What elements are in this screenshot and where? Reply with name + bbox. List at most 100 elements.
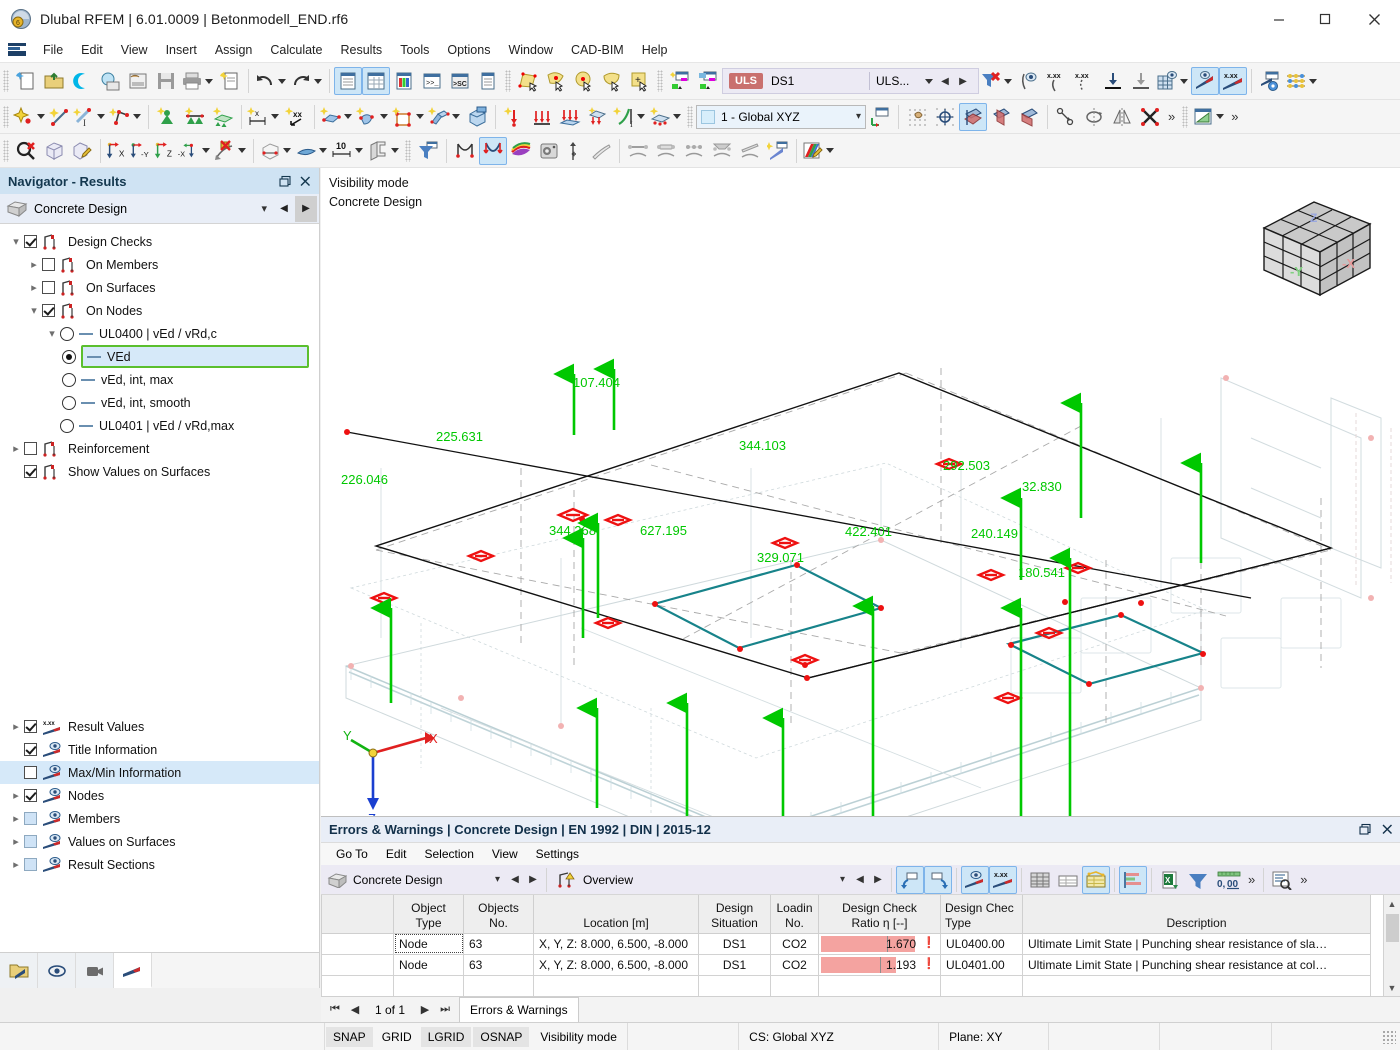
- menu-item-assign[interactable]: Assign: [206, 40, 262, 60]
- project-navigator-tab[interactable]: [0, 953, 38, 988]
- tree-item-title-information[interactable]: Title Information: [0, 738, 319, 761]
- result-grid-caret[interactable]: [1180, 78, 1188, 84]
- table-toolbar-overflow-chevron[interactable]: »: [1244, 872, 1259, 887]
- model-info-button[interactable]: [96, 67, 124, 95]
- tree-item-on-nodes[interactable]: ▾ On Nodes: [0, 299, 319, 322]
- window-resize-grip[interactable]: [1382, 1029, 1396, 1044]
- cell-objects-no[interactable]: 63: [463, 932, 534, 955]
- colorscale-panel-toggle[interactable]: [390, 67, 418, 95]
- show-support-reactions-button[interactable]: [563, 137, 587, 165]
- chevron-right-icon[interactable]: ▸: [8, 812, 24, 825]
- column-header-design-situation[interactable]: Design Situation: [698, 895, 771, 934]
- cell-empty[interactable]: [463, 974, 534, 996]
- column-header-description[interactable]: Description: [1022, 895, 1371, 934]
- column-header-object-type[interactable]: Object Type: [393, 895, 464, 934]
- chevron-right-icon[interactable]: ▸: [26, 258, 42, 271]
- close-icon[interactable]: [295, 171, 315, 191]
- display-filter-button[interactable]: [414, 137, 442, 165]
- render-surface-button[interactable]: [294, 137, 318, 165]
- row-number-cell[interactable]: [321, 974, 394, 996]
- export-to-excel-button[interactable]: X: [1156, 866, 1184, 894]
- chevron-down-icon[interactable]: ▾: [44, 327, 60, 340]
- cell-design-check-ratio[interactable]: 1.193 ❗: [818, 953, 941, 976]
- show-color-gradient-button[interactable]: [507, 137, 535, 165]
- mirror-button[interactable]: [1108, 103, 1136, 131]
- menu-item-options[interactable]: Options: [438, 40, 499, 60]
- restore-icon[interactable]: [275, 171, 295, 191]
- close-button[interactable]: [1348, 0, 1400, 38]
- result-diagram-points-button[interactable]: [680, 137, 708, 165]
- cell-empty[interactable]: [393, 974, 464, 996]
- list-panel-toggle[interactable]: [474, 67, 502, 95]
- chevron-right-icon[interactable]: ▸: [26, 281, 42, 294]
- script-panel-toggle[interactable]: >SC: [446, 67, 474, 95]
- tree-item-ved-int-smooth[interactable]: vEd, int, smooth: [0, 391, 319, 414]
- tree-item-values-on-surfaces[interactable]: ▸ Values on Surfaces: [0, 830, 319, 853]
- view-in-z-direction-button[interactable]: Z: [153, 137, 177, 165]
- clear-view-angle-caret[interactable]: [238, 148, 246, 153]
- new-imposed-deformation-caret[interactable]: [673, 114, 681, 119]
- show-3d-render-button[interactable]: [535, 137, 563, 165]
- new-model-button[interactable]: [12, 67, 40, 95]
- cell-object-type[interactable]: Node: [393, 932, 464, 955]
- chevron-down-icon[interactable]: ▾: [261, 202, 267, 215]
- result-color-scale-button[interactable]: [1284, 67, 1308, 95]
- render-surface-caret[interactable]: [319, 148, 327, 153]
- cell-loading-no[interactable]: CO2: [770, 932, 819, 955]
- previous-page-button[interactable]: ◀: [345, 1003, 365, 1016]
- load-combination-value[interactable]: ULS...: [876, 74, 924, 88]
- status-coordinate-system[interactable]: CS: Global XYZ: [739, 1022, 940, 1050]
- cell-loading-no[interactable]: CO2: [770, 953, 819, 976]
- cell-description[interactable]: Ultimate Limit State | Punching shear re…: [1022, 932, 1371, 955]
- result-diagram-constant-button[interactable]: [624, 137, 652, 165]
- edit-colors-caret[interactable]: [826, 148, 834, 153]
- new-dimension-caret[interactable]: [271, 114, 279, 119]
- new-opening-caret[interactable]: [416, 114, 424, 119]
- table-row[interactable]: Node 63 X, Y, Z: 8.000, 6.500, -8.000 DS…: [321, 953, 1371, 976]
- rotate-button[interactable]: [1080, 103, 1108, 131]
- table-view-highlight-button[interactable]: [1082, 865, 1110, 894]
- tree-item-on-surfaces[interactable]: ▸ On Surfaces: [0, 276, 319, 299]
- row-number-cell[interactable]: [321, 932, 394, 955]
- chevron-down-icon[interactable]: ▾: [495, 874, 500, 885]
- column-header-loading-no[interactable]: Loadin No.: [770, 895, 819, 934]
- new-free-load-caret[interactable]: [637, 114, 645, 119]
- table-view-next-button[interactable]: ▶: [869, 869, 887, 891]
- restore-icon[interactable]: [1354, 819, 1376, 841]
- new-surface-set-button[interactable]: [427, 103, 451, 131]
- toolbar-grip[interactable]: [3, 70, 9, 92]
- menu-item-insert[interactable]: Insert: [157, 40, 206, 60]
- cell-design-check-type[interactable]: UL0400.00: [940, 932, 1023, 955]
- navigator-panel-toggle[interactable]: [334, 67, 362, 95]
- show-result-diagram-values-button[interactable]: x.xx: [1219, 67, 1247, 95]
- new-node-caret[interactable]: [37, 114, 45, 119]
- menu-item-file[interactable]: File: [34, 40, 72, 60]
- model-viewport[interactable]: Visibility mode Concrete Design X Y 107.…: [321, 168, 1400, 816]
- new-surface-load-button[interactable]: [556, 103, 584, 131]
- previous-load-case-button[interactable]: ◀: [936, 70, 954, 92]
- result-diagram-trapezoidal-button[interactable]: [708, 137, 736, 165]
- next-page-button[interactable]: ▶: [415, 1003, 435, 1016]
- checkbox[interactable]: [24, 789, 37, 802]
- table-goto-previous-button[interactable]: [896, 865, 924, 894]
- radio-button[interactable]: [62, 395, 76, 410]
- new-node-button[interactable]: [12, 103, 36, 131]
- cell-empty[interactable]: [940, 974, 1023, 996]
- tree-item-ved[interactable]: VEd: [0, 345, 319, 368]
- show-result-values-dashed-button[interactable]: x.xx: [1071, 67, 1099, 95]
- new-solid-block-button[interactable]: [463, 103, 491, 131]
- column-header-design-check-type[interactable]: Design Chec Type: [940, 895, 1023, 934]
- show-model-box-button[interactable]: [40, 137, 68, 165]
- tree-item-result-values[interactable]: ▸ x.xx Result Values: [0, 715, 319, 738]
- model-data-button[interactable]: [124, 67, 152, 95]
- result-diagram-tapered-button[interactable]: [736, 137, 764, 165]
- cell-empty[interactable]: [818, 974, 941, 996]
- show-result-deformation-button[interactable]: [1015, 67, 1043, 95]
- chevron-right-icon[interactable]: ▸: [8, 442, 24, 455]
- work-plane-xz-button[interactable]: [1015, 103, 1043, 131]
- cell-design-situation[interactable]: DS1: [698, 953, 771, 976]
- new-surface-support-button[interactable]: [209, 103, 237, 131]
- checkbox[interactable]: [24, 766, 37, 779]
- save-button[interactable]: [152, 67, 180, 95]
- next-load-case-button[interactable]: ▶: [954, 70, 972, 92]
